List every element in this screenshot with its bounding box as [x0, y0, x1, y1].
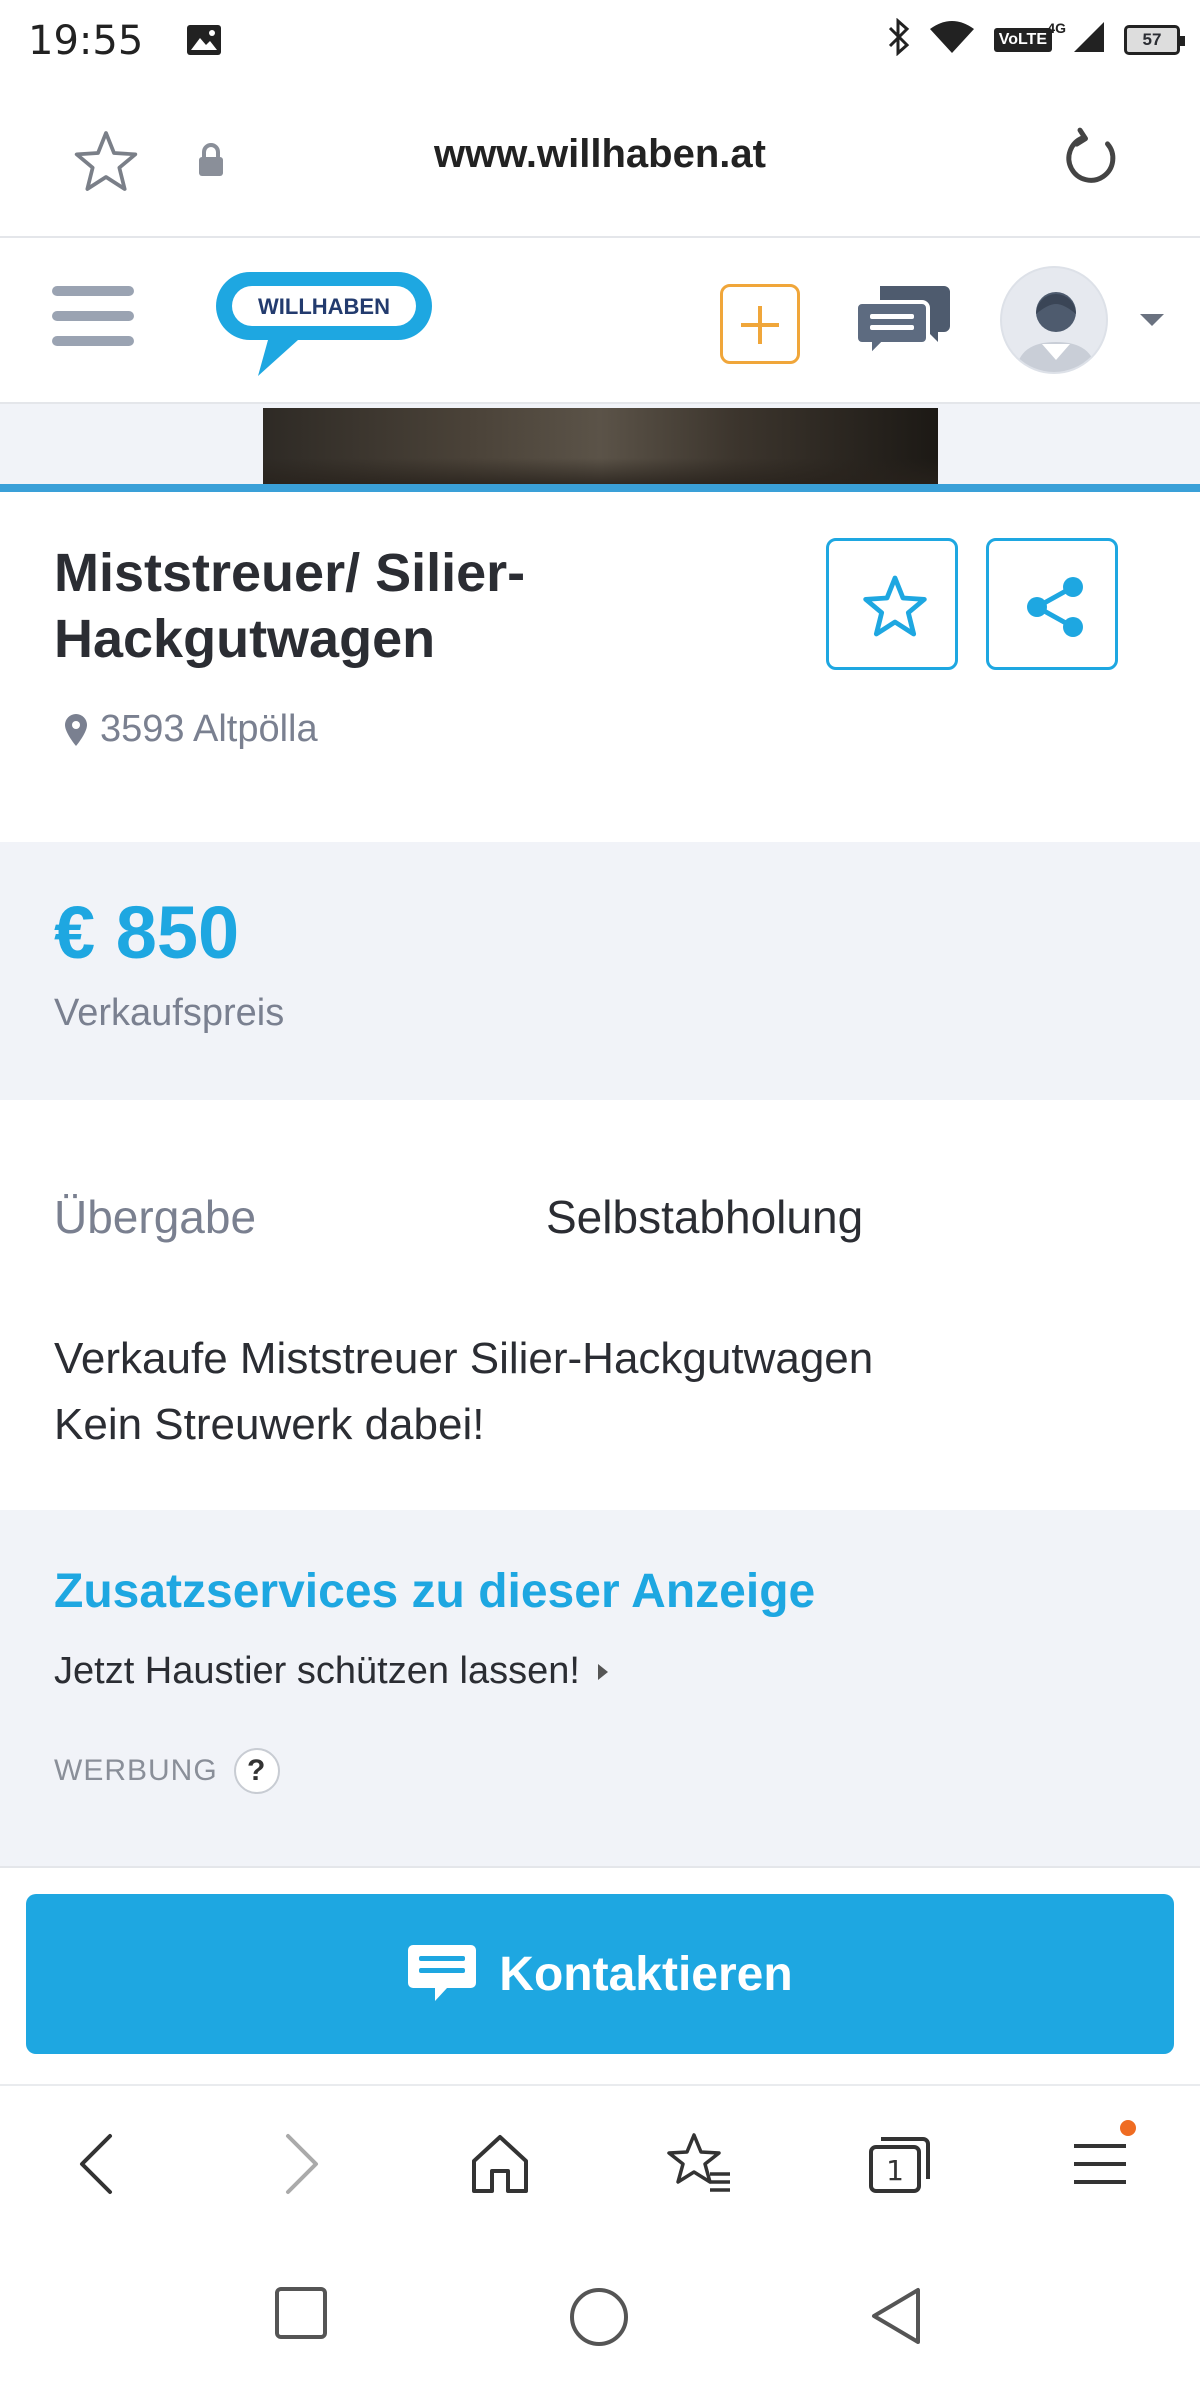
url-address[interactable]: www.willhaben.at [0, 132, 1200, 177]
chevron-down-icon[interactable] [1140, 314, 1164, 326]
gallery-divider [0, 484, 1200, 492]
hamburger-menu-icon[interactable] [52, 286, 134, 361]
listing-image-gallery[interactable] [0, 404, 1200, 484]
bluetooth-icon [888, 17, 910, 61]
status-bar: 19:55 VoLTE 4G 57 [0, 0, 1200, 80]
back-icon[interactable] [56, 2124, 136, 2204]
volte-badge: VoLTE 4G [993, 20, 1066, 52]
share-icon [1027, 577, 1083, 637]
listing-title: Miststreuer/ Silier-Hackgutwagen [54, 543, 526, 669]
listing-description: Verkaufe Miststreuer Silier-Hackgutwagen… [54, 1326, 873, 1458]
contact-button[interactable]: Kontaktieren [26, 1894, 1174, 2054]
logo-text: WILLHABEN [258, 294, 390, 319]
wifi-icon [928, 19, 976, 60]
price-label: Verkaufspreis [54, 992, 285, 1034]
status-icons: VoLTE 4G 57 [888, 17, 1185, 61]
reload-icon[interactable] [1058, 126, 1124, 197]
location-pin-icon [65, 713, 87, 746]
description-line: Kein Streuwerk dabei! [54, 1400, 485, 1449]
status-time: 19:55 [28, 18, 144, 64]
menu-icon[interactable] [1060, 2120, 1140, 2204]
star-icon [863, 575, 927, 637]
site-header: WILLHABEN [0, 240, 1200, 404]
listing-location: 3593 Altpölla [64, 708, 318, 751]
share-button[interactable] [986, 538, 1118, 670]
listing-photo[interactable] [263, 408, 938, 484]
browser-url-bar: www.willhaben.at [0, 80, 1200, 238]
help-icon[interactable]: ? [233, 1748, 280, 1794]
services-title: Zusatzservices zu dieser Anzeige [54, 1565, 816, 1618]
home-icon[interactable] [460, 2124, 540, 2204]
attribute-label: Übergabe [54, 1191, 257, 1243]
browser-toolbar: 1 [0, 2084, 1200, 2244]
user-avatar[interactable] [1000, 266, 1108, 374]
signal-icon [1070, 20, 1106, 59]
willhaben-logo[interactable]: WILLHABEN [210, 266, 438, 387]
contact-button-label[interactable]: Kontaktieren [499, 1947, 792, 2002]
pet-insurance-link-label[interactable]: Jetzt Haustier schützen lassen! [54, 1650, 580, 1693]
tabs-count: 1 [886, 2154, 904, 2187]
notification-dot [1120, 2120, 1136, 2136]
add-listing-button[interactable] [720, 284, 800, 364]
services-box: Zusatzservices zu dieser Anzeige Jetzt H… [0, 1510, 1200, 1866]
description-line: Verkaufe Miststreuer Silier-Hackgutwagen [54, 1334, 874, 1383]
contact-bar: Kontaktieren [0, 1866, 1200, 2084]
pet-insurance-link[interactable]: Jetzt Haustier schützen lassen! [54, 1650, 608, 1693]
back-triangle-icon[interactable] [870, 2286, 922, 2351]
tabs-icon[interactable]: 1 [860, 2124, 940, 2204]
messages-icon[interactable] [854, 280, 952, 369]
price-box: € 850 Verkaufspreis [0, 842, 1200, 1100]
attribute-value: Selbstabholung [546, 1191, 864, 1243]
home-circle-icon[interactable] [568, 2286, 630, 2353]
bookmarks-icon[interactable] [660, 2124, 740, 2204]
android-nav-bar [0, 2244, 1200, 2400]
location-text: 3593 Altpölla [100, 708, 318, 750]
recents-icon[interactable] [274, 2286, 328, 2345]
forward-icon[interactable] [262, 2124, 342, 2204]
battery-icon: 57 [1124, 24, 1185, 55]
favorite-button[interactable] [826, 538, 958, 670]
message-icon [408, 1945, 477, 2001]
advertising-label: WERBUNG ? [54, 1748, 280, 1794]
gallery-notification-icon [186, 24, 222, 61]
chevron-right-icon [597, 1663, 608, 1680]
price-value: € 850 [54, 891, 240, 974]
